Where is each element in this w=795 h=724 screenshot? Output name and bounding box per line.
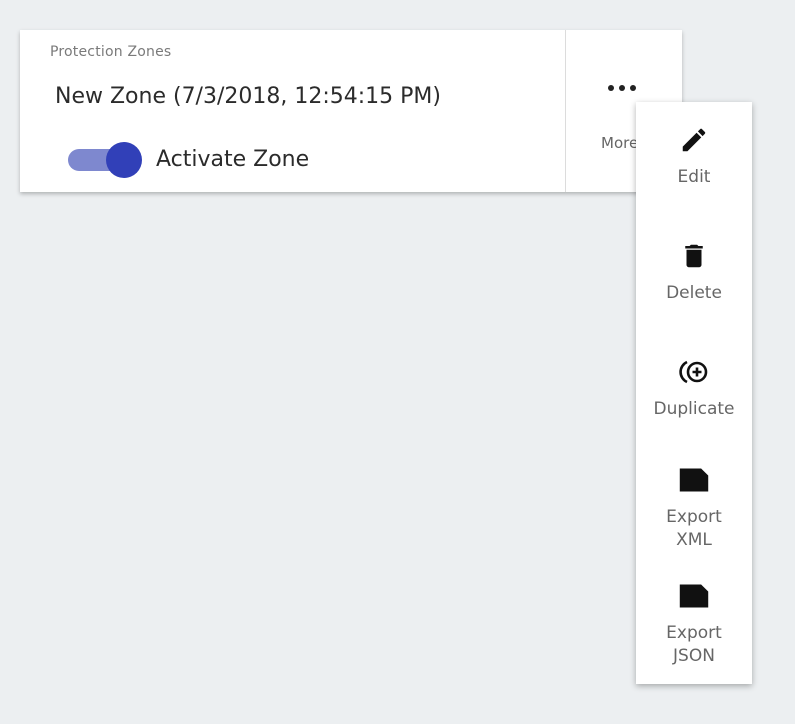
zone-info: Protection Zones New Zone (7/3/2018, 12:… [20, 30, 565, 192]
activate-zone-label: Activate Zone [156, 147, 310, 172]
pencil-icon [678, 124, 710, 156]
more-label: More [601, 134, 639, 152]
menu-item-export-xml[interactable]: Export XML [636, 464, 752, 552]
file-icon [678, 580, 710, 612]
toggle-knob[interactable] [106, 142, 142, 178]
menu-label-edit: Edit [677, 167, 711, 187]
trash-icon [678, 240, 710, 272]
duplicate-icon [678, 356, 710, 388]
file-icon [678, 464, 710, 496]
menu-label-export-xml: Export XML [666, 507, 722, 550]
menu-item-edit[interactable]: Edit [636, 124, 752, 189]
activate-zone-toggle[interactable] [68, 142, 142, 178]
menu-label-delete: Delete [666, 283, 722, 303]
menu-item-export-json[interactable]: Export JSON [636, 580, 752, 668]
more-menu: Edit Delete Duplicate Export XML Export … [636, 102, 752, 684]
more-dots-icon [606, 82, 638, 96]
menu-label-export-json: Export JSON [666, 623, 722, 666]
menu-item-duplicate[interactable]: Duplicate [636, 356, 752, 421]
menu-item-delete[interactable]: Delete [636, 240, 752, 305]
protection-zone-card: Protection Zones New Zone (7/3/2018, 12:… [20, 30, 682, 192]
menu-label-duplicate: Duplicate [653, 399, 735, 419]
zone-name[interactable]: New Zone (7/3/2018, 12:54:15 PM) [55, 84, 441, 109]
section-label: Protection Zones [50, 44, 172, 60]
